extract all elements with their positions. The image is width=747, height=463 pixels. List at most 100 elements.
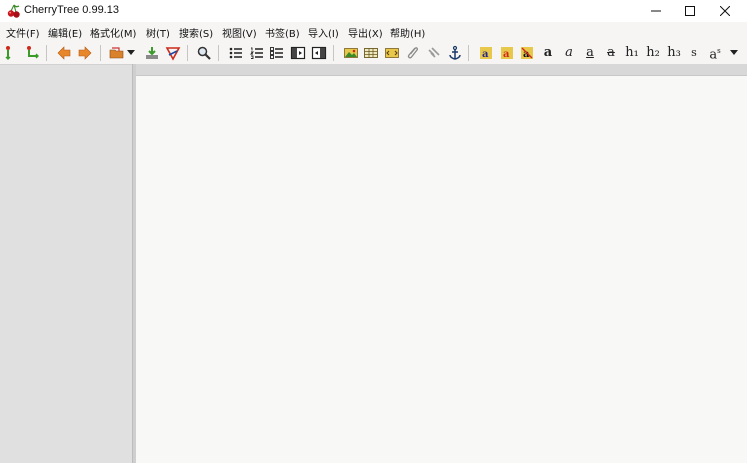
menu-help[interactable]: 帮助(H) [390,25,425,40]
insert-table-button[interactable] [362,44,380,62]
cherrytree-app-icon [6,3,22,19]
insert-attachment-icon [407,47,418,59]
insert-image-button[interactable] [342,44,360,62]
bold-icon: a [543,45,553,60]
superscript-button[interactable]: as [706,44,724,62]
superscript-mark-glyph: s [717,46,721,55]
underline-button[interactable]: a [581,44,599,62]
go-forward-icon [78,46,92,60]
text-background-color-button[interactable]: a [498,44,516,62]
heading-2-icon: h₂ [646,45,660,60]
insert-link-icon [428,47,440,58]
strikethrough-icon: a [607,45,615,60]
italic-button[interactable]: a [560,44,578,62]
maximize-icon [685,6,695,16]
heading-1-button[interactable]: h₁ [623,44,641,62]
dropdown-arrow-icon [127,50,135,55]
bulleted-list-button[interactable] [227,44,245,62]
toolbar-overflow-button[interactable] [727,44,741,62]
heading-3-button[interactable]: h₃ [665,44,683,62]
svg-text:a: a [503,49,510,60]
text-background-color-icon: a [501,47,513,60]
todo-list-button[interactable] [268,44,286,62]
add-subnode-icon [27,46,39,59]
superscript-base-glyph: a [709,47,718,63]
heading-2-button[interactable]: h₂ [644,44,662,62]
menu-tree[interactable]: 树(T) [146,25,170,40]
export-pdf-button[interactable] [164,44,182,62]
go-forward-button[interactable] [76,44,94,62]
node-title-bar [136,64,747,76]
toggle-toolbar-icon [311,46,327,60]
remove-formatting-icon: a [521,47,533,60]
numbered-list-icon [249,47,263,59]
minimize-button[interactable] [638,0,674,22]
main-toolbar: a a a a a a a h₁ h₂ h₃ s as [0,42,747,64]
heading-3-icon: h₃ [667,45,681,60]
svg-text:a: a [482,49,489,60]
insert-table-icon [364,48,378,58]
remove-formatting-button[interactable]: a [518,44,536,62]
numbered-list-button[interactable] [248,44,266,62]
menu-search[interactable]: 搜索(S) [179,25,213,40]
heading-1-icon: h₁ [625,45,639,60]
chevron-down-icon [730,50,738,55]
bold-button[interactable]: a [539,44,557,62]
add-subnode-button[interactable] [24,44,42,62]
toolbar-separator [468,45,469,61]
insert-codebox-icon [385,48,399,58]
strikethrough-button[interactable]: a [602,44,620,62]
save-icon [146,47,158,59]
toggle-tree-icon [290,46,306,60]
window-title: CherryTree 0.99.13 [24,4,119,16]
text-foreground-color-button[interactable]: a [477,44,495,62]
toolbar-separator [218,45,219,61]
text-foreground-color-icon: a [480,47,492,60]
toolbar-separator [333,45,334,61]
menu-import[interactable]: 导入(I) [308,25,339,40]
toolbar-separator [46,45,47,61]
superscript-icon: as [709,42,720,64]
close-icon [720,6,730,16]
italic-icon: a [565,45,573,60]
toggle-toolbar-button[interactable] [310,44,328,62]
export-pdf-icon [165,47,181,61]
go-back-button[interactable] [55,44,73,62]
menu-edit[interactable]: 编辑(E) [48,25,82,40]
toggle-tree-button[interactable] [289,44,307,62]
todo-list-icon [270,47,283,59]
menu-export[interactable]: 导出(X) [348,25,383,40]
close-button[interactable] [707,0,743,22]
bulleted-list-icon [229,47,242,59]
open-icon [109,47,124,59]
small-text-icon: s [691,46,697,59]
add-node-button[interactable] [2,44,20,62]
title-bar: CherryTree 0.99.13 [0,0,747,22]
add-node-icon [5,46,11,60]
insert-image-icon [344,48,358,58]
menu-file[interactable]: 文件(F) [6,25,40,40]
underline-icon: a [586,45,594,60]
minimize-icon [651,10,661,12]
insert-anchor-button[interactable] [446,44,464,62]
text-editor-area[interactable] [136,76,747,463]
small-text-button[interactable]: s [685,44,703,62]
menu-view[interactable]: 视图(V) [222,25,257,40]
insert-codebox-button[interactable] [383,44,401,62]
save-button[interactable] [143,44,161,62]
menu-bookmarks[interactable]: 书签(B) [265,25,300,40]
menu-format[interactable]: 格式化(M) [90,25,136,40]
toolbar-separator [187,45,188,61]
go-back-icon [57,46,71,60]
find-icon [197,46,211,60]
menu-bar: 文件(F) 编辑(E) 格式化(M) 树(T) 搜索(S) 视图(V) 书签(B… [0,22,747,42]
insert-anchor-icon [449,45,461,60]
insert-link-button[interactable] [425,44,443,62]
insert-attachment-button[interactable] [404,44,422,62]
open-dropdown-button[interactable] [125,44,137,62]
open-button[interactable] [108,44,126,62]
maximize-button[interactable] [672,0,708,22]
tree-panel[interactable] [0,64,132,463]
toolbar-separator [100,45,101,61]
find-button[interactable] [195,44,213,62]
